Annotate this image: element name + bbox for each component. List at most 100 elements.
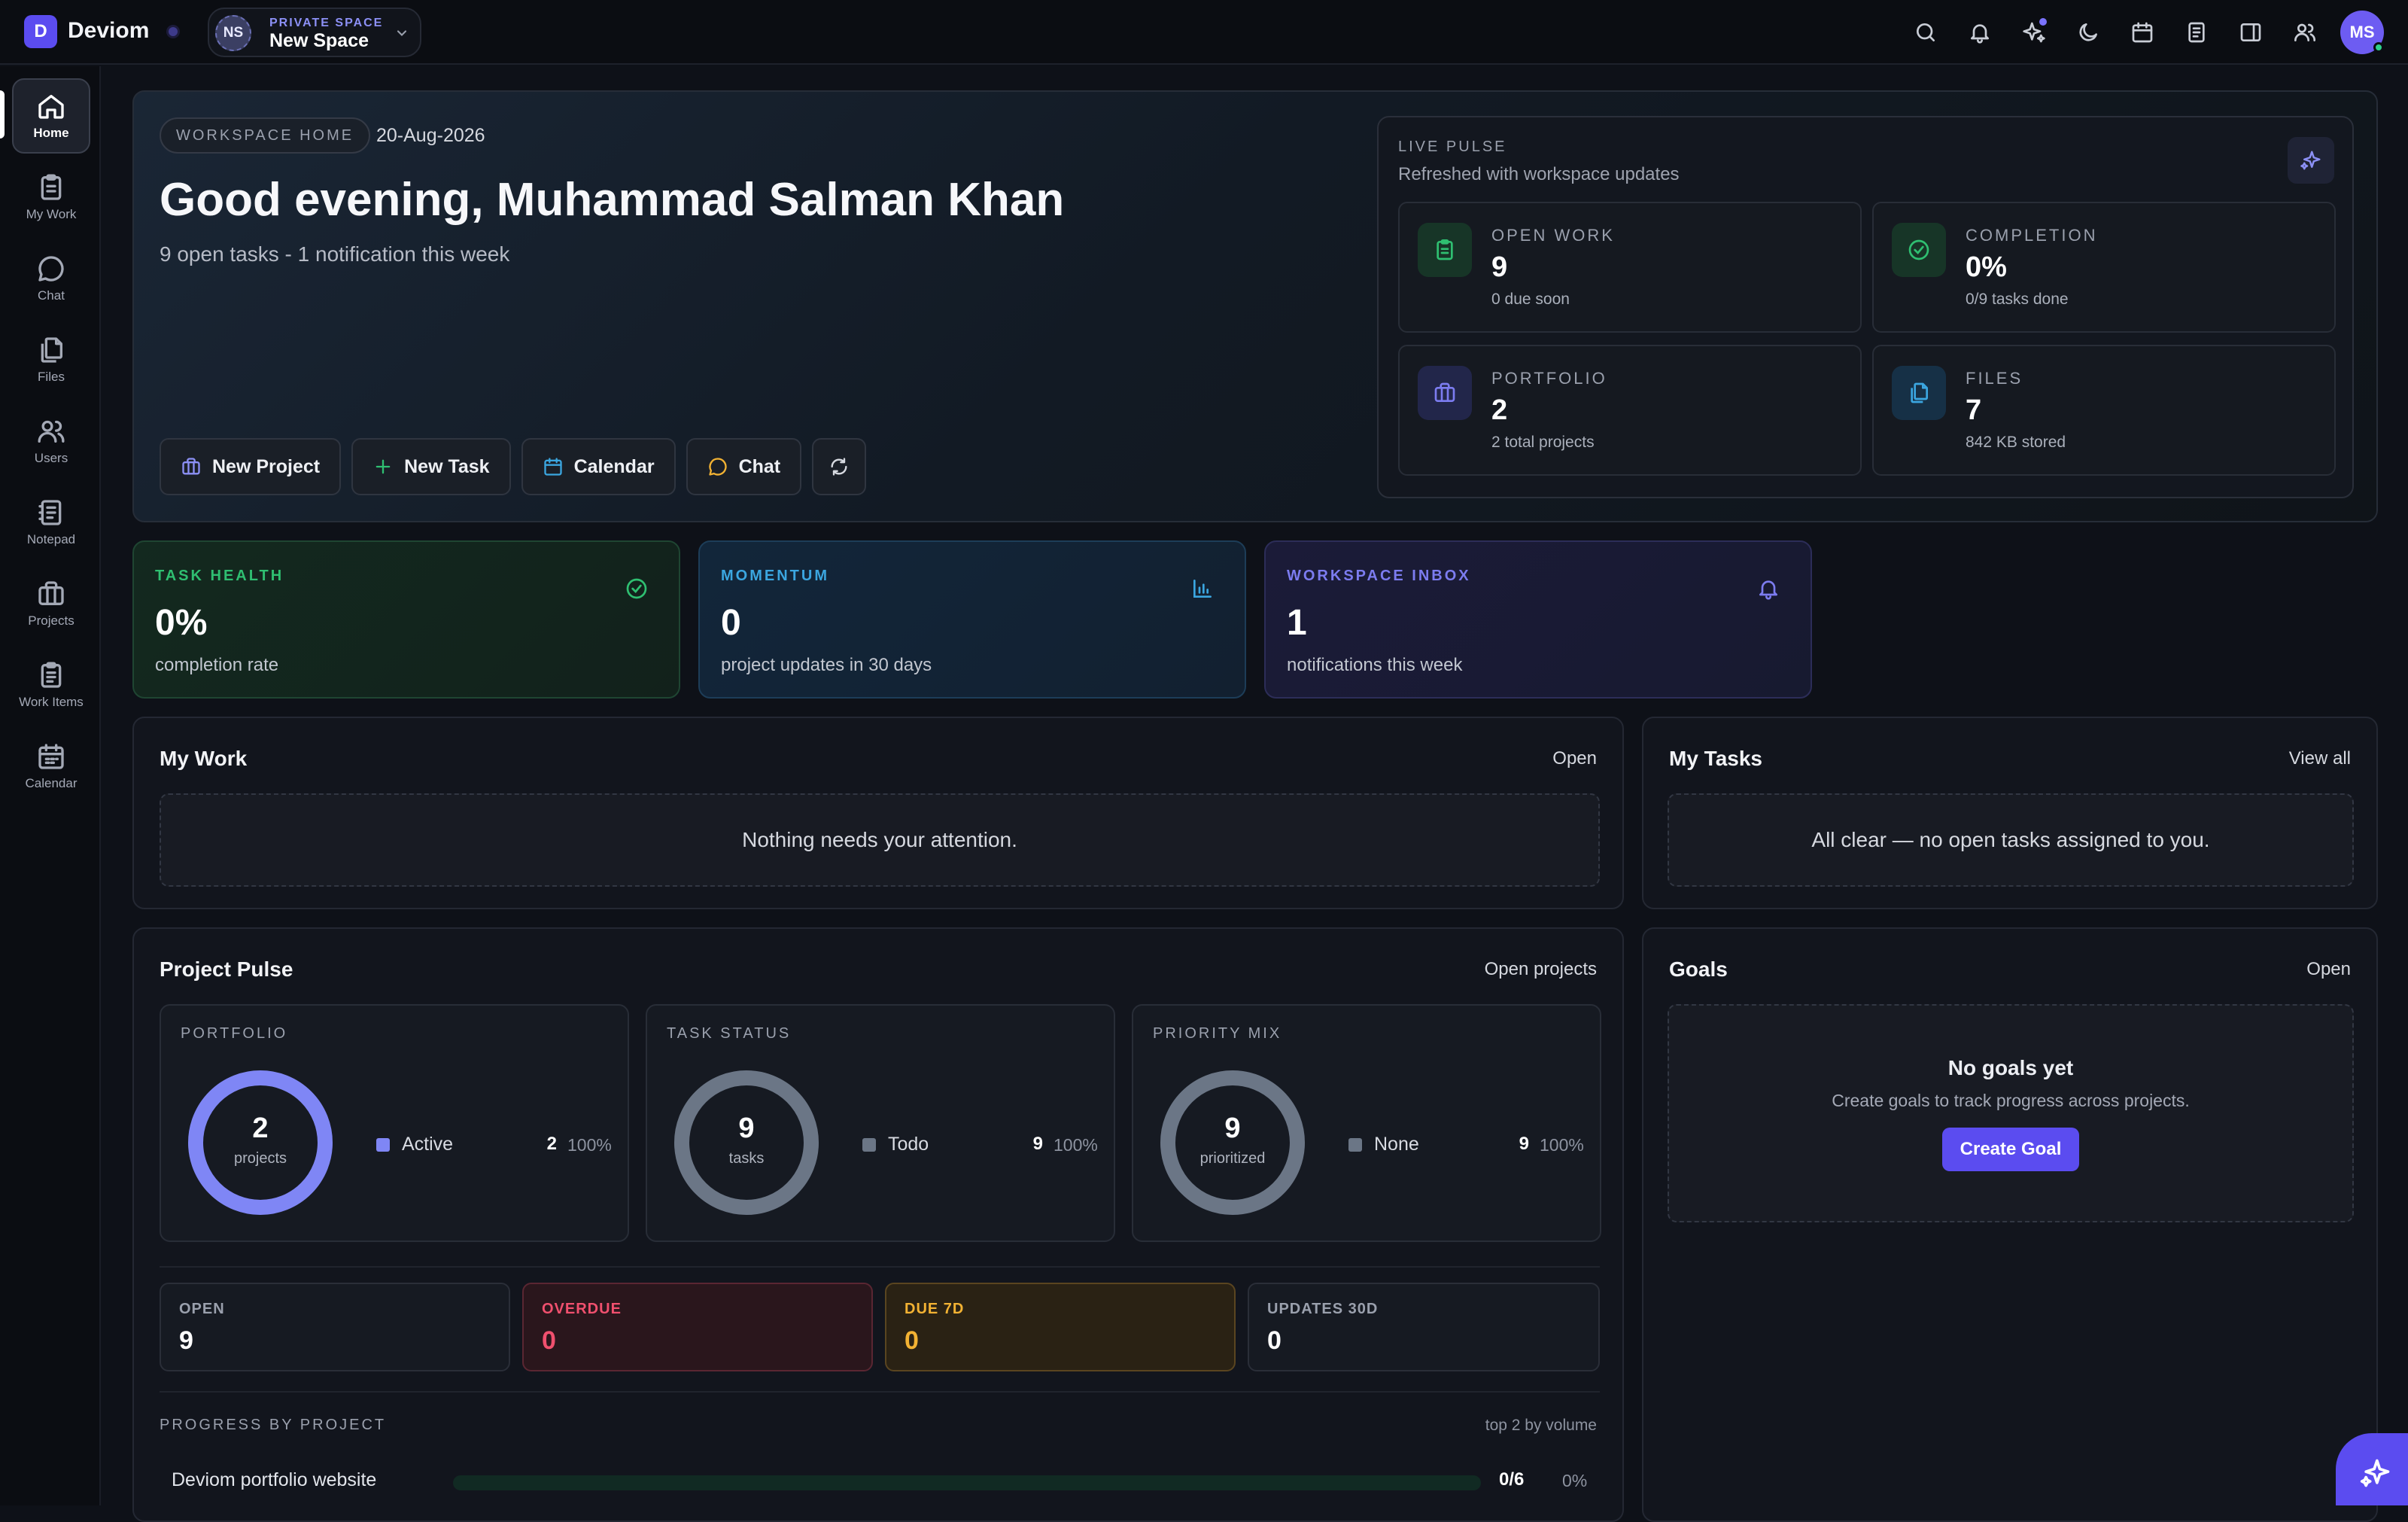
kpi-task-health[interactable]: TASK HEALTH 0% completion rate xyxy=(132,540,680,699)
new-project-button[interactable]: New Project xyxy=(160,438,342,495)
sidebar-item-work-items[interactable]: Work Items xyxy=(12,647,90,723)
legend-swatch xyxy=(376,1138,390,1152)
tile-due-7d[interactable]: DUE 7D 0 xyxy=(885,1283,1236,1371)
sidebar-item-files[interactable]: Files xyxy=(12,322,90,397)
legend-percent: 100% xyxy=(1540,1135,1584,1155)
legend-swatch xyxy=(862,1138,876,1152)
legend-count: 9 xyxy=(1519,1134,1529,1154)
kpi-sub: project updates in 30 days xyxy=(721,655,932,675)
search-icon[interactable] xyxy=(1911,18,1940,47)
progress-by-project-kicker: PROGRESS BY PROJECT xyxy=(160,1417,387,1433)
new-task-button[interactable]: New Task xyxy=(351,438,511,495)
sidebar-item-label: Calendar xyxy=(25,776,78,790)
open-projects-link[interactable]: Open projects xyxy=(1485,959,1597,980)
sidebar-item-home[interactable]: Home xyxy=(12,78,90,154)
users-icon[interactable] xyxy=(2291,18,2319,47)
kpi-value: 0% xyxy=(155,603,208,643)
legend-count: 9 xyxy=(1032,1134,1043,1154)
app-name[interactable]: Deviom xyxy=(68,18,149,44)
tile-updates-30d[interactable]: UPDATES 30D 0 xyxy=(1248,1283,1600,1371)
tile-label: DUE 7D xyxy=(905,1301,965,1317)
tile-label: OVERDUE xyxy=(542,1301,622,1317)
kpi-workspace-inbox[interactable]: WORKSPACE INBOX 1 notifications this wee… xyxy=(1264,540,1812,699)
user-avatar[interactable]: MS xyxy=(2340,11,2384,54)
moon-icon[interactable] xyxy=(2074,18,2102,47)
legend-count: 2 xyxy=(546,1134,557,1154)
briefcase-icon xyxy=(1418,366,1472,420)
sidebar-item-calendar[interactable]: Calendar xyxy=(12,729,90,804)
donut-value: 2 xyxy=(252,1113,269,1144)
priority-mix-donut-card[interactable]: PRIORITY MIX 9 prioritized None 9 100% xyxy=(1132,1004,1601,1242)
briefcase-icon xyxy=(38,581,64,605)
notepad-icon[interactable] xyxy=(2182,18,2211,47)
tile-open[interactable]: OPEN 9 xyxy=(160,1283,510,1371)
ai-sparkles-button[interactable] xyxy=(2288,137,2334,184)
space-selector[interactable]: NS PRIVATE SPACE New Space xyxy=(208,8,421,57)
top-bar: D Deviom NS PRIVATE SPACE New Space MS xyxy=(0,0,2408,65)
tile-value: 0 xyxy=(1267,1326,1282,1355)
bell-icon[interactable] xyxy=(1966,18,1994,47)
my-work-empty: Nothing needs your attention. xyxy=(160,793,1600,887)
bar-chart-icon xyxy=(1190,577,1215,601)
live-pulse-subtitle: Refreshed with workspace updates xyxy=(1398,164,1680,184)
project-name[interactable]: Deviom portfolio website xyxy=(172,1469,376,1491)
sidebar-item-label: My Work xyxy=(26,207,77,221)
legend-name: Active xyxy=(402,1134,454,1155)
tile-value: 0 xyxy=(542,1326,556,1355)
task-status-donut-card[interactable]: TASK STATUS 9 tasks Todo 9 100% xyxy=(646,1004,1115,1242)
stat-files[interactable]: FILES 7 842 KB stored xyxy=(1872,345,2336,476)
sidebar-item-notepad[interactable]: Notepad xyxy=(12,485,90,560)
status-dot xyxy=(169,27,178,36)
divider xyxy=(160,1266,1600,1268)
ai-assistant-button[interactable] xyxy=(2336,1433,2408,1505)
button-label: New Project xyxy=(212,455,321,477)
refresh-button[interactable] xyxy=(812,438,867,495)
goals-card: Goals Open No goals yet Create goals to … xyxy=(1642,927,2378,1522)
tile-overdue[interactable]: OVERDUE 0 xyxy=(522,1283,873,1371)
home-icon xyxy=(38,95,64,119)
kpi-momentum[interactable]: MOMENTUM 0 project updates in 30 days xyxy=(698,540,1246,699)
check-circle-icon xyxy=(1892,223,1946,277)
calendar-button[interactable]: Calendar xyxy=(521,438,676,495)
sidebar-item-chat[interactable]: Chat xyxy=(12,241,90,316)
users-icon xyxy=(38,420,65,443)
sparkles-icon xyxy=(2360,1459,2390,1487)
chat-button[interactable]: Chat xyxy=(686,438,802,495)
donut-caption: projects xyxy=(233,1150,287,1167)
sparkles-icon[interactable] xyxy=(2020,18,2048,47)
sidebar-item-my-work[interactable]: My Work xyxy=(12,160,90,235)
stat-label: OPEN WORK xyxy=(1491,226,1615,245)
stat-completion[interactable]: COMPLETION 0% 0/9 tasks done xyxy=(1872,202,2336,333)
goals-open-link[interactable]: Open xyxy=(2306,959,2351,980)
goals-empty-subtitle: Create goals to track progress across pr… xyxy=(1832,1090,2190,1110)
sidebar-icon[interactable] xyxy=(2236,18,2265,47)
app-logo[interactable]: D xyxy=(24,15,57,48)
sidebar-item-users[interactable]: Users xyxy=(12,403,90,479)
calendar-icon[interactable] xyxy=(2128,18,2157,47)
stat-sub: 0/9 tasks done xyxy=(1966,291,2069,308)
portfolio-donut-card[interactable]: PORTFOLIO 2 projects Active 2 100% xyxy=(160,1004,629,1242)
greeting-subtitle: 9 open tasks - 1 notification this week xyxy=(160,242,510,266)
workspace-home-pill: WORKSPACE HOME xyxy=(160,117,371,154)
kpi-label: WORKSPACE INBOX xyxy=(1287,568,1471,584)
stat-sub: 842 KB stored xyxy=(1966,434,2066,451)
legend-swatch xyxy=(1348,1138,1362,1152)
kpi-value: 1 xyxy=(1287,603,1307,643)
stat-portfolio[interactable]: PORTFOLIO 2 2 total projects xyxy=(1398,345,1862,476)
my-tasks-view-all-link[interactable]: View all xyxy=(2289,748,2351,769)
clipboard-icon xyxy=(1418,223,1472,277)
stat-open-work[interactable]: OPEN WORK 9 0 due soon xyxy=(1398,202,1862,333)
mini-label: PORTFOLIO xyxy=(181,1025,288,1042)
my-work-open-link[interactable]: Open xyxy=(1552,748,1597,769)
goals-empty-state: No goals yet Create goals to track progr… xyxy=(1668,1004,2354,1222)
kpi-value: 0 xyxy=(721,603,741,643)
sidebar-item-projects[interactable]: Projects xyxy=(12,566,90,641)
workspace-hero: WORKSPACE HOME 20-Aug-2026 Good evening,… xyxy=(132,90,2378,522)
my-work-title: My Work xyxy=(160,747,248,770)
create-goal-button[interactable]: Create Goal xyxy=(1941,1127,2080,1171)
mini-label: TASK STATUS xyxy=(667,1025,792,1042)
kpi-sub: completion rate xyxy=(155,655,279,675)
sidebar-item-label: Projects xyxy=(28,613,74,628)
stat-sub: 0 due soon xyxy=(1491,291,1570,308)
button-label: New Task xyxy=(404,455,490,477)
